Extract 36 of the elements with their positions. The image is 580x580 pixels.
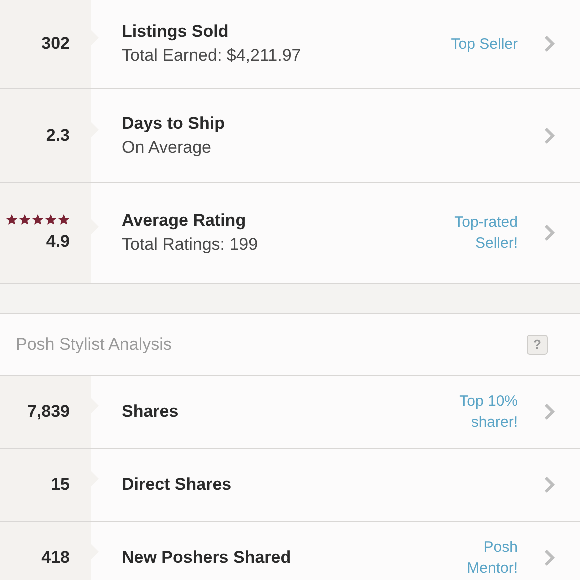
- stat-value: 418: [42, 548, 70, 568]
- star-icon: [45, 214, 57, 226]
- stat-title: Days to Ship: [122, 114, 226, 134]
- stat-value: 4.9: [46, 232, 70, 252]
- chevron-right-icon: [544, 224, 556, 242]
- stat-title: Listings Sold: [122, 22, 230, 42]
- stat-title: Shares: [122, 402, 180, 422]
- star-icon: [32, 214, 44, 226]
- achievement-label: Top-rated Seller!: [454, 213, 518, 254]
- star-icon: [19, 214, 31, 226]
- stat-title: New Poshers Shared: [122, 548, 292, 568]
- chevron-right-icon: [544, 476, 556, 494]
- achievement-label: Top 10% sharer!: [458, 392, 518, 433]
- stat-title: Direct Shares: [122, 475, 233, 495]
- stat-value: 7,839: [27, 402, 70, 422]
- chevron-right-icon: [544, 549, 556, 567]
- star-icon: [6, 214, 18, 226]
- stat-row[interactable]: 302 Listings Sold Total Earned: $4,211.97 Top Seller: [0, 0, 580, 89]
- stat-row[interactable]: 4.9 Average Rating Total Ratings: 199 Top-rated Seller!: [0, 183, 580, 284]
- stat-subtitle: Total Ratings: 199: [122, 235, 260, 255]
- chevron-right-icon: [544, 126, 556, 144]
- stat-row[interactable]: 2.3 Days to Ship On Average: [0, 89, 580, 183]
- stat-row[interactable]: 7,839 Shares Top 10% sharer!: [0, 376, 580, 449]
- stat-title: Average Rating: [122, 211, 248, 231]
- stat-value: 2.3: [46, 126, 70, 146]
- stat-value: 15: [51, 475, 70, 495]
- section-title: Posh Stylist Analysis: [16, 334, 172, 354]
- chevron-right-icon: [544, 35, 556, 53]
- stat-subtitle: On Average: [122, 138, 212, 158]
- achievement-label: Top Seller: [451, 34, 518, 54]
- stat-row[interactable]: 15 Direct Shares: [0, 449, 580, 522]
- stat-subtitle: Total Earned: $4,211.97: [122, 46, 302, 66]
- stat-value: 302: [42, 34, 70, 54]
- chevron-right-icon: [544, 403, 556, 421]
- star-icon: [58, 214, 70, 226]
- achievement-label: Posh Mentor!: [466, 538, 518, 579]
